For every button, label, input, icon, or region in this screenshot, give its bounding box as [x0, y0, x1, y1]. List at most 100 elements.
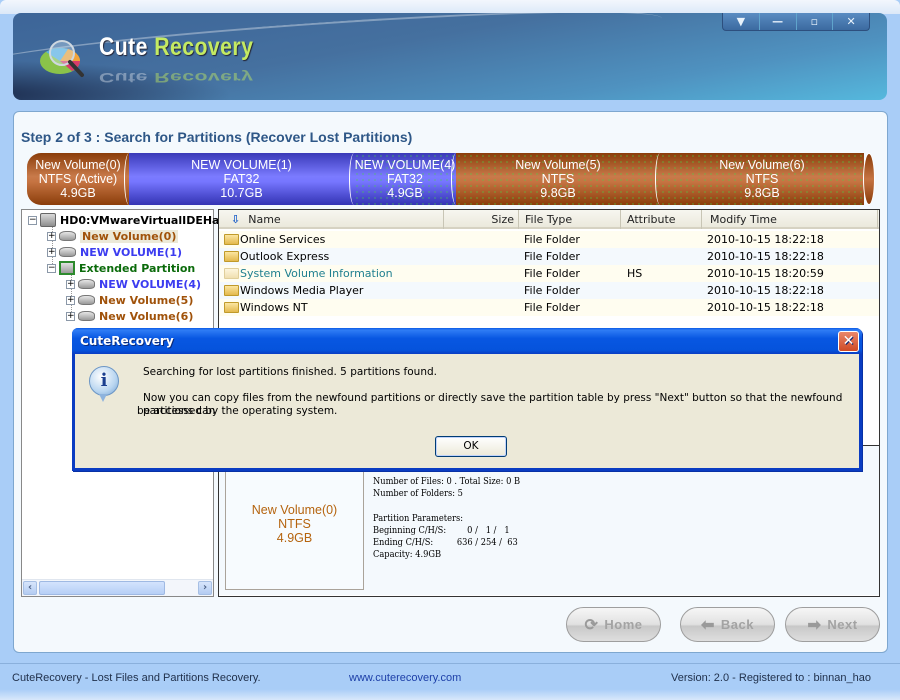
chevron-right-icon: ›: [202, 582, 208, 593]
file-attribute: HS: [627, 267, 643, 280]
info-ending-chs: Ending C/H/S: 636 / 254 / 63: [373, 538, 518, 549]
partition-name: NEW VOLUME(4): [354, 158, 456, 172]
column-header-modify-time[interactable]: Modify Time: [702, 210, 878, 229]
file-name: Outlook Express: [240, 250, 330, 263]
expand-icon[interactable]: +: [66, 279, 75, 289]
expand-icon[interactable]: +: [47, 247, 56, 257]
tree-label: New Volume(5): [99, 293, 194, 307]
tree-item-volume-0[interactable]: + New Volume(0): [47, 228, 179, 244]
window-controls: ▼ — ▫ ✕: [722, 13, 870, 31]
chevron-left-icon: ‹: [27, 582, 33, 593]
partition-icon: [78, 295, 95, 305]
expand-icon[interactable]: +: [47, 231, 56, 241]
column-header-size[interactable]: Size: [444, 210, 519, 229]
segment-separator: [124, 153, 134, 205]
next-button[interactable]: ➡ Next: [785, 607, 880, 642]
column-label: Name: [248, 213, 281, 226]
partition-size: 4.9GB: [387, 186, 423, 200]
tree-item-volume-4[interactable]: + NEW VOLUME(4): [66, 276, 201, 292]
website-link[interactable]: www.cuterecovery.com: [349, 672, 461, 684]
sort-arrow-down-icon: ⇩: [231, 213, 241, 226]
file-modify-time: 2010-10-15 18:20:59: [707, 267, 824, 280]
selected-volume-card: New Volume(0) NTFS 4.9GB: [225, 456, 364, 590]
info-params-heading: Partition Parameters:: [373, 513, 464, 524]
file-row[interactable]: Windows Media Player File Folder 2010-10…: [219, 282, 879, 299]
file-row[interactable]: Outlook Express File Folder 2010-10-15 1…: [219, 248, 879, 265]
tree-item-volume-5[interactable]: + New Volume(5): [66, 292, 193, 308]
dialog-message-instructions-cont: be accessed by the operating system.: [137, 405, 338, 417]
folder-hidden-icon: [224, 268, 239, 279]
status-bar: CuteRecovery - Lost Files and Partitions…: [0, 663, 900, 700]
close-icon: ✕: [842, 333, 855, 349]
volume-filesystem: NTFS: [278, 517, 311, 531]
dialog-message-result: Searching for lost partitions finished. …: [143, 366, 437, 378]
tree-item-extended[interactable]: − Extended Partition: [47, 260, 195, 276]
status-version: Version: 2.0 - Registered to : binnan_ha…: [671, 672, 871, 684]
partition-icon: [59, 231, 76, 241]
partition-fs: NTFS: [541, 172, 575, 186]
back-button[interactable]: ⬅ Back: [680, 607, 775, 642]
column-label: Attribute: [627, 213, 676, 226]
partition-segment-1[interactable]: NEW VOLUME(1) FAT32 10.7GB: [124, 153, 354, 205]
info-folders: Number of Folders: 5: [373, 489, 463, 500]
info-files: Number of Files: 0 . Total Size: 0 B: [373, 477, 521, 487]
column-header-name[interactable]: ⇩ Name: [219, 210, 444, 229]
column-header-file-type[interactable]: File Type: [519, 210, 621, 229]
file-row[interactable]: System Volume Information File Folder HS…: [219, 265, 879, 282]
home-button[interactable]: ⟳ Home: [566, 607, 661, 642]
scroll-right-button[interactable]: ›: [198, 581, 212, 595]
file-row[interactable]: Online Services File Folder 2010-10-15 1…: [219, 231, 879, 248]
info-beginning-chs: Beginning C/H/S: 0 / 1 / 1: [373, 525, 510, 536]
file-name: System Volume Information: [240, 267, 393, 280]
partition-size: 9.8GB: [540, 186, 576, 200]
scroll-left-button[interactable]: ‹: [23, 581, 37, 595]
collapse-icon[interactable]: −: [47, 263, 56, 273]
triangle-down-icon: ▼: [736, 15, 746, 28]
column-header-attribute[interactable]: Attribute: [621, 210, 702, 229]
info-capacity: Capacity: 4.9GB: [373, 550, 442, 561]
tree-item-volume-6[interactable]: + New Volume(6): [66, 308, 193, 324]
partition-size: 4.9GB: [60, 186, 96, 200]
expand-icon[interactable]: +: [66, 311, 75, 321]
scrollbar-thumb[interactable]: [39, 581, 165, 595]
button-label: Home: [604, 617, 643, 632]
logo-reflection: Cute Recovery: [99, 69, 254, 85]
volume-name: New Volume(0): [251, 503, 338, 517]
tree-label: Extended Partition: [79, 261, 196, 275]
menu-button[interactable]: ▼: [723, 13, 760, 30]
tree-horizontal-scrollbar[interactable]: ‹ ›: [22, 579, 213, 596]
partition-segment-6[interactable]: New Volume(6) NTFS 9.8GB: [655, 153, 864, 205]
partition-info-text: Number of Files: 0 . Total Size: 0 B Numb…: [373, 476, 520, 561]
partition-icon: [78, 279, 95, 289]
partition-segment-5[interactable]: New Volume(5) NTFS 9.8GB: [451, 153, 660, 205]
file-list-header: ⇩ Name Size File Type Attribute Modify Ti…: [219, 210, 879, 229]
segment-separator: [349, 153, 359, 205]
tree-root-disk[interactable]: − HD0:VMwareVirtualIDEHard: [28, 212, 233, 228]
partition-name: New Volume(0): [35, 158, 121, 172]
dialog-close-button[interactable]: ✕: [838, 331, 859, 352]
column-label: Modify Time: [710, 213, 777, 226]
logo-icon: [40, 40, 84, 77]
arrow-right-icon: ➡: [807, 616, 822, 634]
dialog-title-bar[interactable]: CuteRecovery ✕: [72, 328, 862, 354]
ok-button[interactable]: OK: [435, 436, 507, 457]
partition-segment-0[interactable]: New Volume(0) NTFS (Active) 4.9GB: [27, 153, 129, 205]
partition-icon: [78, 311, 95, 321]
dialog-title: CuteRecovery: [80, 334, 174, 348]
file-name: Windows NT: [240, 301, 308, 314]
collapse-icon[interactable]: −: [28, 215, 37, 225]
file-type: File Folder: [524, 267, 580, 280]
file-type: File Folder: [524, 233, 580, 246]
expand-icon[interactable]: +: [66, 295, 75, 305]
minimize-button[interactable]: —: [760, 13, 797, 30]
partition-bar-end-cap: [863, 153, 875, 205]
tree-item-volume-1[interactable]: + NEW VOLUME(1): [47, 244, 182, 260]
tree-label: New Volume(0): [80, 229, 179, 243]
close-button[interactable]: ✕: [833, 13, 869, 30]
file-row[interactable]: Windows NT File Folder 2010-10-15 18:22:…: [219, 299, 879, 316]
close-icon: ✕: [846, 15, 856, 28]
column-label: File Type: [525, 213, 573, 226]
partition-segment-4[interactable]: NEW VOLUME(4) FAT32 4.9GB: [349, 153, 456, 205]
maximize-button[interactable]: ▫: [797, 13, 834, 30]
file-type: File Folder: [524, 250, 580, 263]
